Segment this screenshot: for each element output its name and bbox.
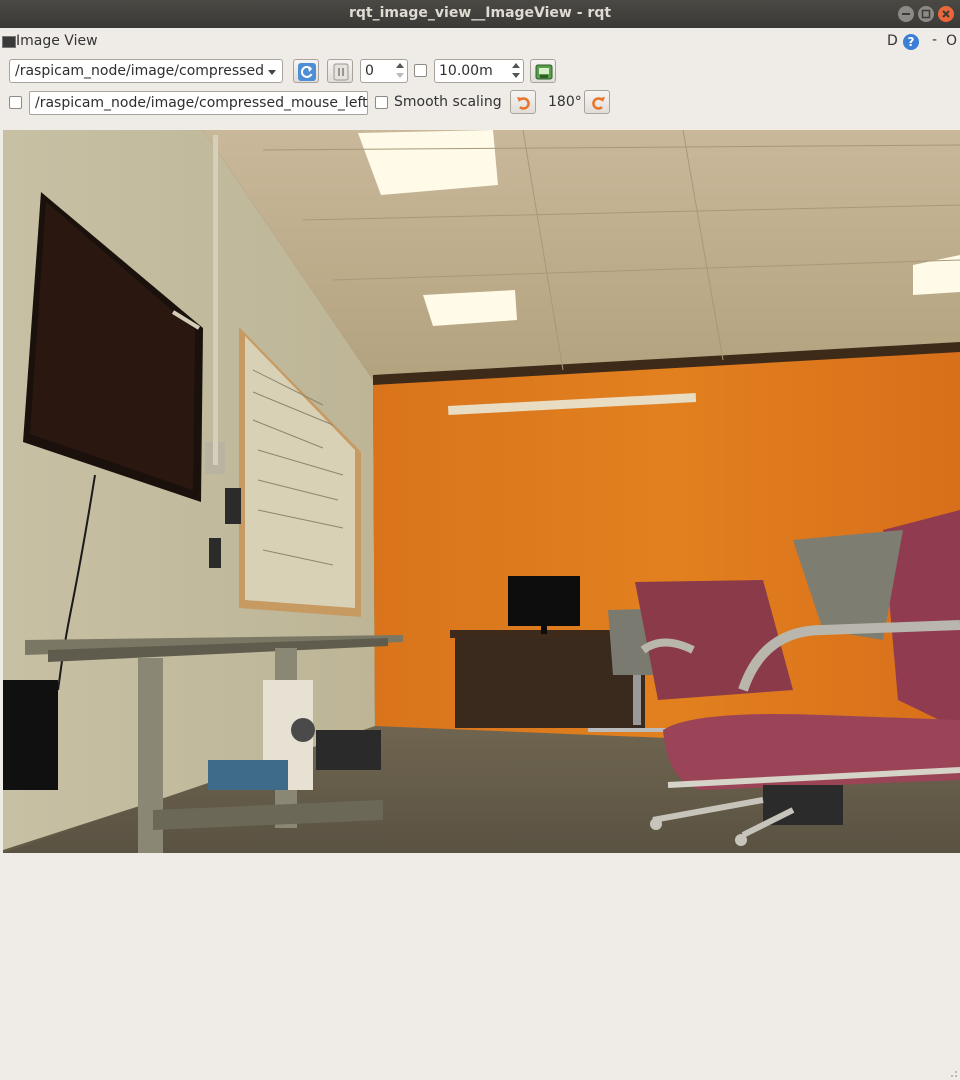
dock-title-bar: Image View D ? - O [0,30,960,52]
topic-select[interactable]: /raspicam_node/image/compressed [9,59,283,83]
refresh-icon [298,63,316,81]
camera-frame [3,130,960,853]
num-gridlines-spinbox[interactable]: 0 [360,59,408,83]
window-title: rqt_image_view__ImageView - rqt [348,5,612,21]
dock-close-button[interactable]: O [946,33,957,49]
mouse-topic-input[interactable]: /raspicam_node/image/compressed_mouse_le… [29,91,368,115]
max-range-spinbox[interactable]: 10.00m [434,59,524,83]
smooth-scaling-label: Smooth scaling [394,94,502,110]
rotate-left-icon [517,97,530,110]
rotation-label: 180° [548,94,582,110]
topic-select-value: /raspicam_node/image/compressed [15,63,264,79]
save-image-icon [535,64,553,80]
dock-window-icon [2,36,16,48]
smooth-scaling-checkbox[interactable] [375,96,388,109]
camera-image-view[interactable] [3,130,960,853]
rotate-right-icon [592,97,605,110]
resize-grip-icon[interactable] [948,1068,958,1078]
dock-d-button[interactable]: D [887,33,898,49]
save-image-button[interactable] [530,59,556,83]
chevron-down-icon [268,70,276,75]
window-title-bar: rqt_image_view__ImageView - rqt [0,0,960,28]
publish-mouse-clicks-checkbox[interactable] [9,96,22,109]
help-icon[interactable]: ? [903,34,919,50]
minimize-window-button[interactable] [898,6,914,22]
spin-down-icon[interactable] [512,73,520,78]
refresh-topics-button[interactable] [293,59,319,83]
max-range-value: 10.00m [439,63,493,79]
dock-minimize-button[interactable]: - [932,32,937,48]
num-gridlines-value: 0 [365,63,374,79]
pause-button[interactable] [327,59,353,83]
dock-title: Image View [16,33,98,49]
rotate-left-button[interactable] [510,90,536,114]
spin-down-icon[interactable] [396,73,404,78]
dynamic-range-checkbox[interactable] [414,64,427,77]
maximize-window-button[interactable] [918,6,934,22]
close-window-button[interactable] [938,6,954,22]
mouse-topic-value: /raspicam_node/image/compressed_mouse_le… [35,95,368,111]
spin-up-icon[interactable] [396,63,404,68]
pause-icon [333,63,349,81]
rotate-right-button[interactable] [584,90,610,114]
spin-up-icon[interactable] [512,63,520,68]
